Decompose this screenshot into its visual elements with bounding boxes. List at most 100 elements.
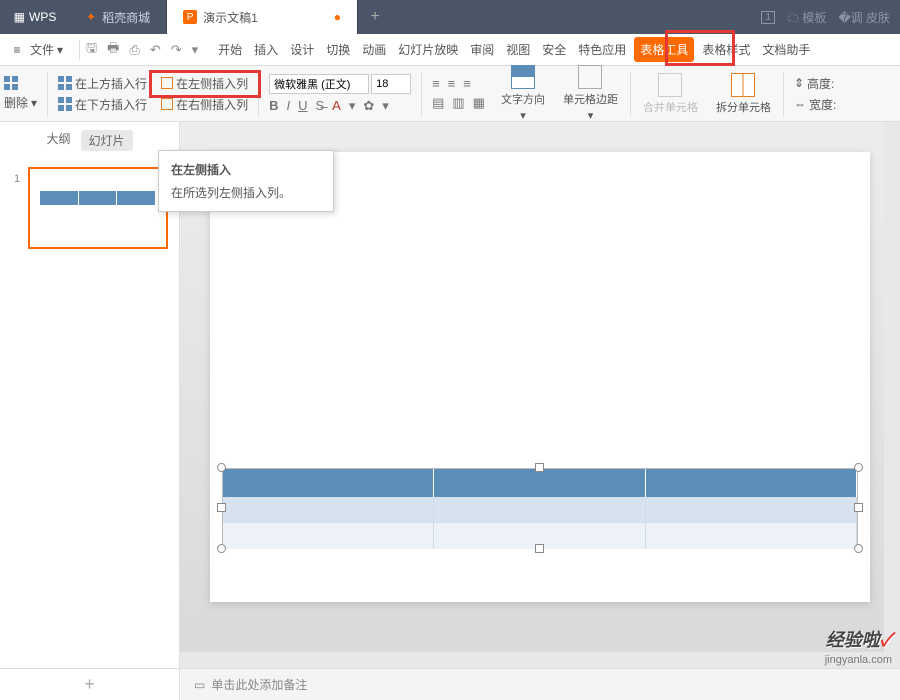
tab-transition[interactable]: 切换 <box>322 37 354 62</box>
tab-special[interactable]: 特色应用 <box>574 37 630 62</box>
cell-margin-icon <box>578 65 602 89</box>
app-name: WPS <box>29 10 56 24</box>
height-icon: ⇕ <box>794 76 804 90</box>
title-bar: ▦ WPS ✦ 稻壳商城 P 演示文稿1 ● + 1 ☁ 模板 �调 皮肤 <box>0 0 900 34</box>
preview-icon[interactable]: ⎙ <box>129 42 139 58</box>
notes-placeholder: 单击此处添加备注 <box>211 676 307 693</box>
tab-view[interactable]: 视图 <box>502 37 534 62</box>
checkmark-icon: ✓ <box>880 630 892 650</box>
bold-button[interactable]: B <box>269 98 278 113</box>
delete-label[interactable]: 删除 ▾ <box>4 94 37 111</box>
align-right-icon[interactable]: ≡ <box>463 76 471 91</box>
italic-button[interactable]: I <box>286 98 290 113</box>
tab-table-tools[interactable]: 表格工具 <box>634 37 694 62</box>
new-tab-button[interactable]: + <box>358 8 392 26</box>
insert-col-left[interactable]: 在左侧插入列 <box>161 75 248 92</box>
font-size-select[interactable] <box>371 74 411 94</box>
template-link[interactable]: ☁ 模板 <box>787 9 826 26</box>
tab-security[interactable]: 安全 <box>538 37 570 62</box>
quick-access-toolbar: 🖫 🖶 ⎙ ↶ ↷ ▾ <box>86 39 198 61</box>
strike-button[interactable]: S̶ <box>315 98 324 113</box>
highlight-button[interactable]: ✿ <box>363 98 374 114</box>
insert-col-right[interactable]: 在右侧插入列 <box>161 96 248 113</box>
tab-document[interactable]: P 演示文稿1 ● <box>167 0 358 34</box>
print-icon[interactable]: 🖶 <box>107 39 119 61</box>
cell-margin-button[interactable]: 单元格边距 ▾ <box>557 65 624 122</box>
tab-animation[interactable]: 动画 <box>358 37 390 62</box>
app-logo: ▦ WPS <box>0 10 70 24</box>
align-left-icon[interactable]: ≡ <box>432 76 440 91</box>
chevron-down-icon: ▾ <box>57 43 63 57</box>
file-menu[interactable]: 文件▾ <box>30 41 63 58</box>
watermark: 经验啦✓ <box>826 626 892 652</box>
text-direction-icon <box>511 65 535 89</box>
redo-icon[interactable]: ↷ <box>171 42 182 58</box>
slides-tab[interactable]: 幻灯片 <box>81 130 133 151</box>
handle-tl[interactable] <box>217 463 226 472</box>
font-name-select[interactable] <box>269 74 369 94</box>
merge-cells-button[interactable]: 合并单元格 <box>637 73 704 115</box>
font-color-button[interactable]: A <box>332 98 341 113</box>
underline-button[interactable]: U <box>298 98 307 113</box>
window-badge[interactable]: 1 <box>761 11 775 24</box>
more-qat-icon[interactable]: ▾ <box>192 42 199 58</box>
tab-design[interactable]: 设计 <box>286 37 318 62</box>
presentation-icon: P <box>183 10 197 24</box>
tab-table-style[interactable]: 表格样式 <box>698 37 754 62</box>
tab-doc-helper[interactable]: 文档助手 <box>758 37 814 62</box>
menu-bar: ≡ 文件▾ 🖫 🖶 ⎙ ↶ ↷ ▾ 开始 插入 设计 切换 动画 幻灯片放映 审… <box>0 34 900 66</box>
handle-bm[interactable] <box>535 544 544 553</box>
handle-bl[interactable] <box>217 544 226 553</box>
insert-above-icon <box>58 76 72 90</box>
insert-row-below[interactable]: 在下方插入行 <box>58 96 147 113</box>
hamburger-icon[interactable]: ≡ <box>10 43 24 57</box>
merge-icon <box>658 73 682 97</box>
selected-table[interactable] <box>222 468 858 548</box>
grid-icon <box>4 76 18 90</box>
slide-thumbnail-1[interactable]: 1 <box>14 167 165 249</box>
valign-middle-icon[interactable]: ▥ <box>452 95 464 111</box>
notes-pane[interactable]: ▭ 单击此处添加备注 <box>180 668 900 700</box>
skin-link[interactable]: �调 皮肤 <box>838 9 890 26</box>
tab-slideshow[interactable]: 幻灯片放映 <box>394 37 462 62</box>
valign-bottom-icon[interactable]: ▦ <box>473 95 485 111</box>
add-slide-button[interactable]: + <box>0 668 180 700</box>
vertical-scrollbar[interactable] <box>884 122 900 668</box>
col-width[interactable]: ⇔宽度: <box>794 96 836 113</box>
tab-store-label: 稻壳商城 <box>102 9 150 26</box>
slide-number: 1 <box>14 173 20 185</box>
modified-dot-icon: ● <box>334 10 341 24</box>
insert-row-above[interactable]: 在上方插入行 <box>58 75 147 92</box>
watermark-sub: jingyanla.com <box>825 654 892 666</box>
text-direction-button[interactable]: 文字方向 ▾ <box>495 65 551 122</box>
split-icon <box>731 73 755 97</box>
insert-below-icon <box>58 97 72 111</box>
handle-br[interactable] <box>854 544 863 553</box>
valign-top-icon[interactable]: ▤ <box>432 95 444 111</box>
save-icon[interactable]: 🖫 <box>86 39 97 61</box>
width-icon: ⇔ <box>794 97 806 111</box>
handle-mr[interactable] <box>854 503 863 512</box>
notes-icon: ▭ <box>194 678 205 692</box>
tab-start[interactable]: 开始 <box>214 37 246 62</box>
outline-tab[interactable]: 大纲 <box>46 130 70 151</box>
insert-left-icon <box>161 77 173 89</box>
tab-insert[interactable]: 插入 <box>250 37 282 62</box>
insert-right-icon <box>161 98 173 110</box>
flame-icon: ✦ <box>86 10 96 24</box>
align-center-icon[interactable]: ≡ <box>448 76 456 91</box>
tooltip-insert-left: 在左侧插入 在所选列左侧插入列。 <box>158 150 334 212</box>
wps-icon: ▦ <box>14 10 25 24</box>
handle-ml[interactable] <box>217 503 226 512</box>
handle-tm[interactable] <box>535 463 544 472</box>
undo-icon[interactable]: ↶ <box>150 42 161 58</box>
handle-tr[interactable] <box>854 463 863 472</box>
horizontal-scrollbar[interactable] <box>180 652 884 668</box>
slide[interactable] <box>210 152 870 602</box>
delete-button[interactable] <box>4 76 37 90</box>
split-cells-button[interactable]: 拆分单元格 <box>710 73 777 115</box>
slide-panel: 大纲 幻灯片 1 <box>0 122 180 668</box>
tab-store[interactable]: ✦ 稻壳商城 <box>70 0 167 34</box>
row-height[interactable]: ⇕高度: <box>794 75 836 92</box>
tab-review[interactable]: 审阅 <box>466 37 498 62</box>
